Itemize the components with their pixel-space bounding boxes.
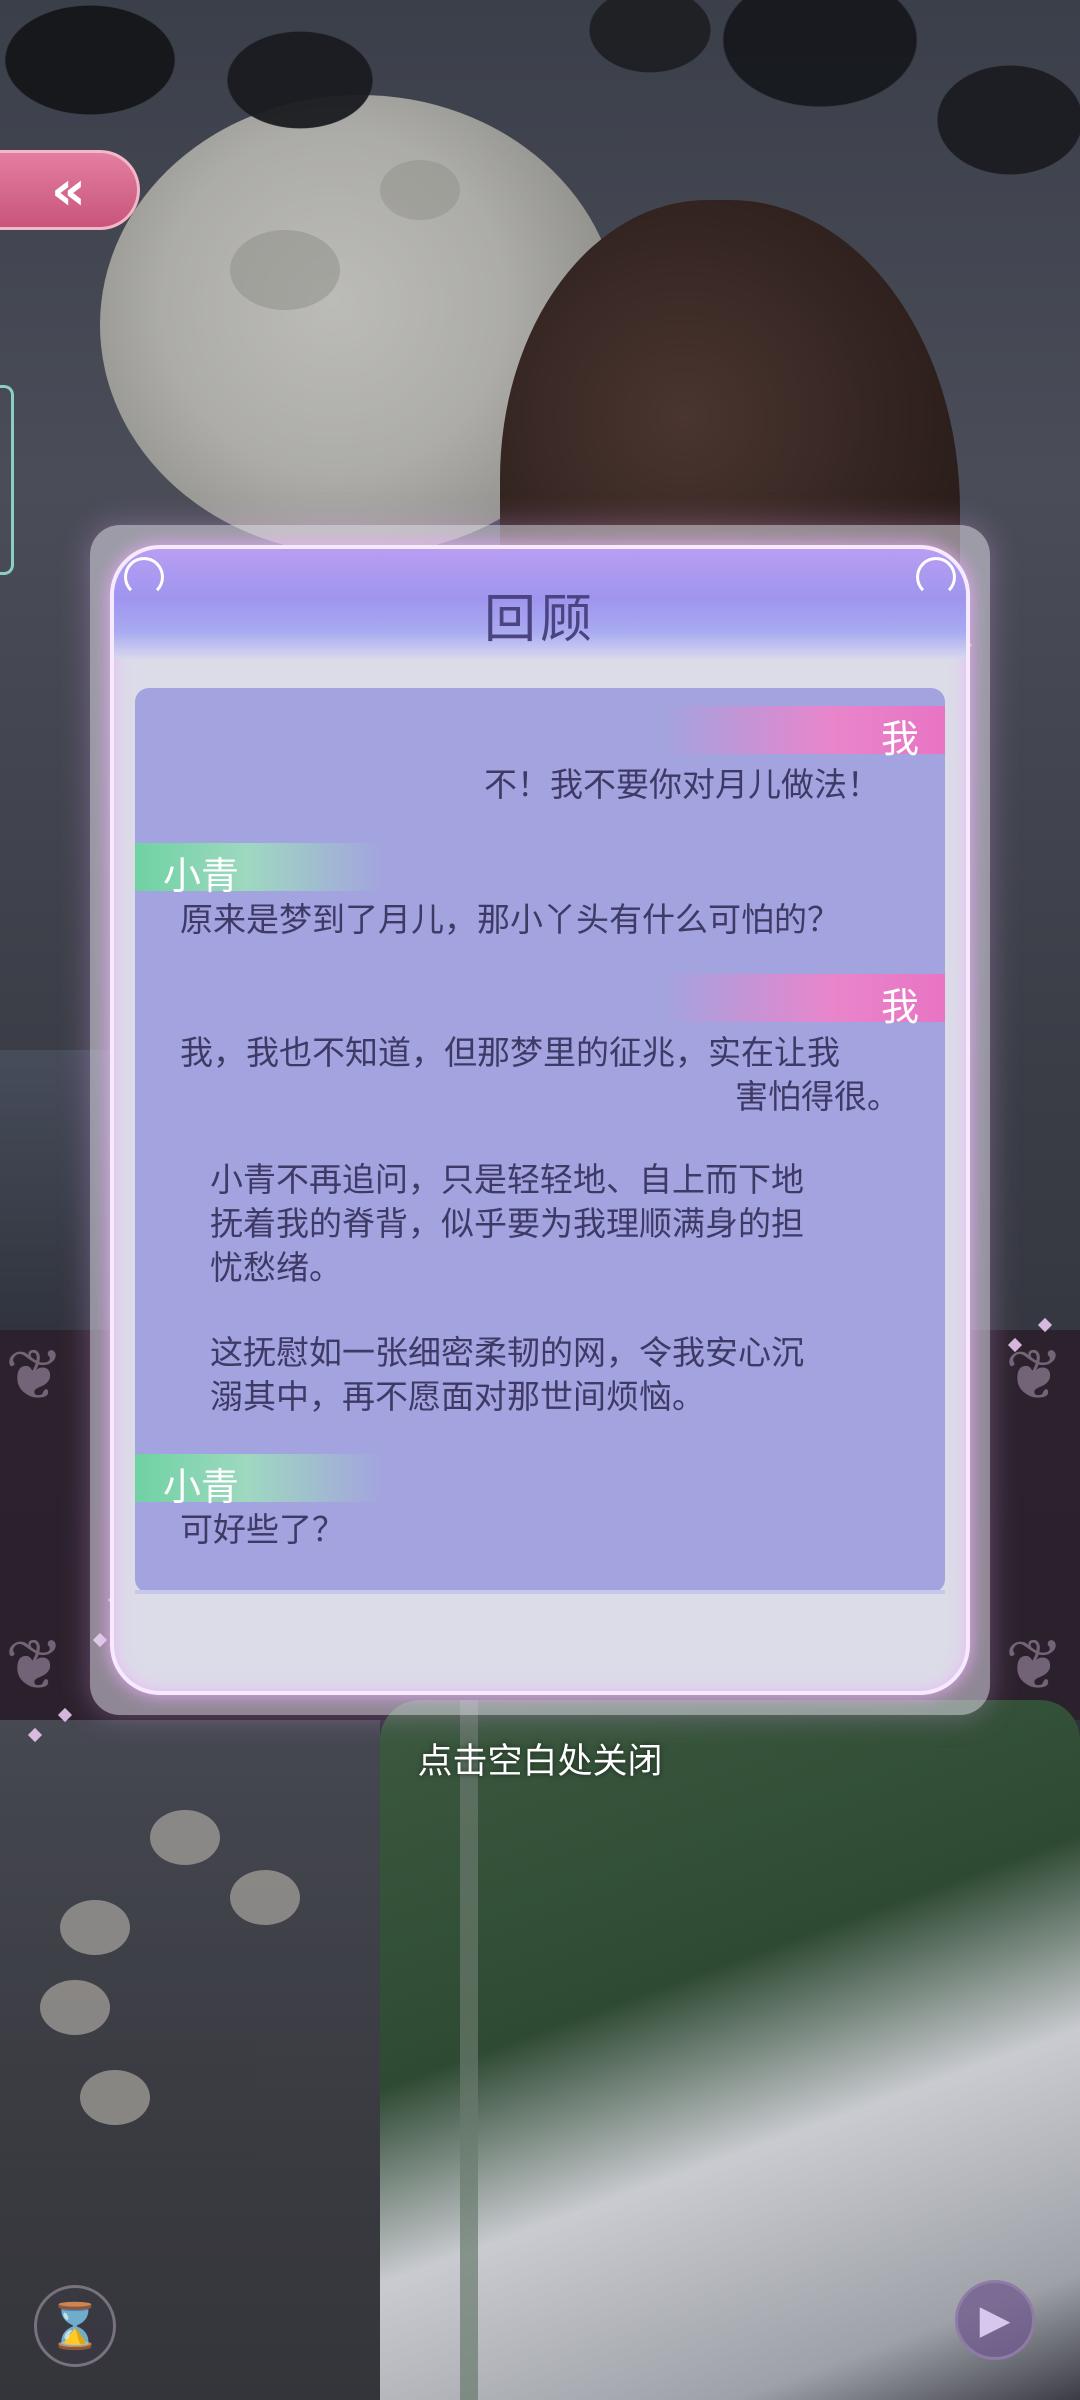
tree-leaves-background — [0, 0, 1080, 300]
side-tab[interactable] — [0, 385, 14, 575]
speaker-name: 小青 — [163, 1465, 240, 1509]
auto-play-button[interactable]: ⌛ — [34, 2285, 116, 2367]
speaker-name: 小青 — [163, 854, 240, 898]
close-hint: 点击空白处关闭 — [417, 1742, 663, 1782]
speaker-tag-me: 我 — [665, 974, 945, 1029]
speaker-name: 我 — [880, 985, 919, 1029]
dialogue-line: 可好些了？ — [180, 1510, 345, 1549]
narration-block: 这抚慰如一张细密柔韧的网，令我安心沉 溺其中，再不愿面对那世间烦恼。 — [210, 1331, 860, 1419]
panel-divider — [135, 1590, 945, 1594]
history-log-panel[interactable]: 我 不！我不要你对月儿做法！ 小青 原来是梦到了月儿，那小丫头有什么可怕的？ 我… — [135, 688, 945, 1593]
ornament-icon: ❦ — [5, 1624, 64, 1706]
speaker-tag-xiaoqing: 小青 — [135, 843, 385, 898]
speaker-tag-xiaoqing: 小青 — [135, 1454, 385, 1509]
narration-line: 这抚慰如一张细密柔韧的网，令我安心沉 — [210, 1333, 804, 1372]
ornament-icon: ❦ — [5, 1334, 64, 1416]
double-chevron-left-icon: « — [51, 158, 86, 222]
dialog-title: 回顾 — [483, 590, 596, 650]
dialogue-line: 不！我不要你对月儿做法！ — [484, 765, 880, 804]
speaker-name: 我 — [880, 717, 919, 761]
ornament-icon: ❦ — [1005, 1624, 1064, 1706]
narration-line: 溺其中，再不愿面对那世间烦恼。 — [210, 1377, 705, 1416]
speaker-tag-me: 我 — [665, 706, 945, 761]
dialogue-line: 原来是梦到了月儿，那小丫头有什么可怕的？ — [180, 900, 840, 939]
game-scene[interactable]: ❦ ❦ ❦ ❦ « 回顾 我 不！我不要你对月儿做法！ 小青 原来是梦到了月儿，… — [0, 0, 1080, 2400]
dialogue-line: 我，我也不知道，但那梦里的征兆，实在让我 — [180, 1033, 840, 1072]
narration-line: 小青不再追问，只是轻轻地、自上而下地 — [210, 1160, 804, 1199]
back-button[interactable]: « — [0, 150, 140, 230]
dialogue-line: 害怕得很。 — [735, 1077, 900, 1116]
next-button[interactable]: ▶ — [955, 2280, 1035, 2360]
play-icon: ▶ — [979, 2297, 1011, 2343]
narration-block: 小青不再追问，只是轻轻地、自上而下地 抚着我的脊背，似乎要为我理顺满身的担 忧愁… — [210, 1158, 860, 1290]
robe-trim — [460, 1700, 478, 2400]
hourglass-icon: ⌛ — [47, 2301, 103, 2352]
narration-line: 抚着我的脊背，似乎要为我理顺满身的担 — [210, 1204, 804, 1243]
narration-line: 忧愁绪。 — [210, 1248, 342, 1287]
